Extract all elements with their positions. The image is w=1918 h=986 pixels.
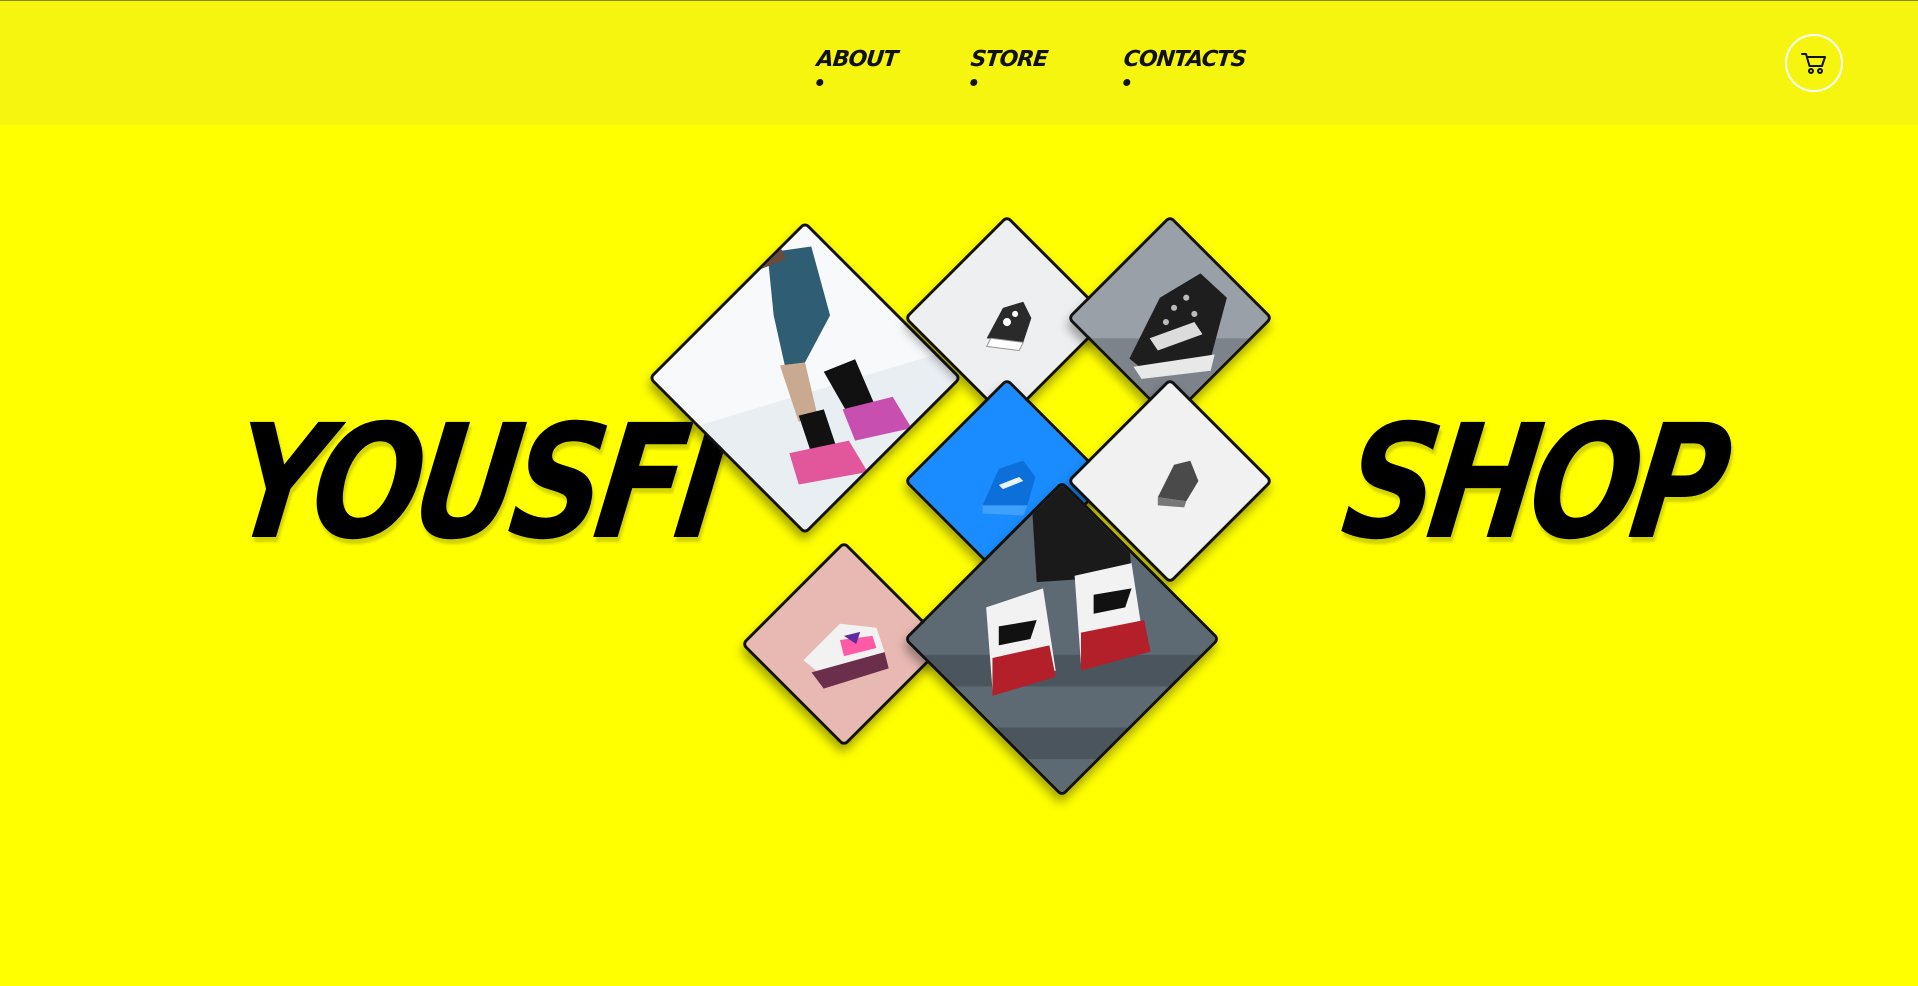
sneaker-collage [0,0,1918,986]
page: About Store Contacts Yousfi Shop [0,0,1918,986]
